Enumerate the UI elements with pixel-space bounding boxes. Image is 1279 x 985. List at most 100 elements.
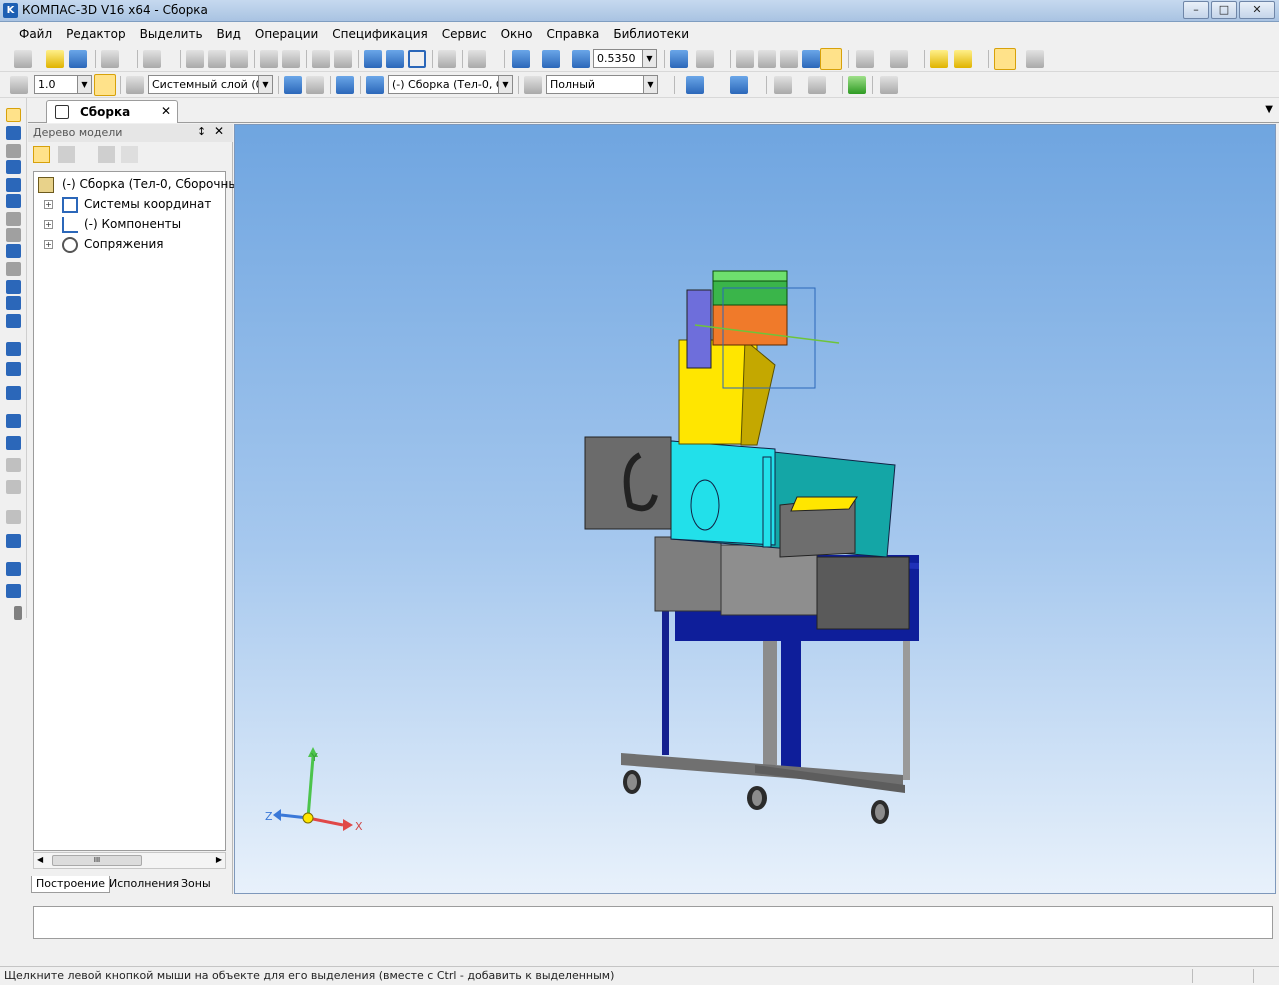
- menu-file[interactable]: Файл: [12, 23, 59, 45]
- snap-step-button[interactable]: [94, 74, 116, 96]
- dimensions-icon[interactable]: [6, 228, 21, 242]
- menu-window[interactable]: Окно: [494, 23, 540, 45]
- tree-options-icon[interactable]: [98, 146, 115, 163]
- menu-libraries[interactable]: Библиотеки: [606, 23, 696, 45]
- menu-help[interactable]: Справка: [539, 23, 606, 45]
- sheet-metal-icon[interactable]: [6, 296, 21, 310]
- filter-icon[interactable]: [856, 50, 874, 68]
- menu-specification[interactable]: Спецификация: [325, 23, 434, 45]
- zoom-scale-icon[interactable]: [572, 50, 590, 68]
- menu-editor[interactable]: Редактор: [59, 23, 132, 45]
- scroll-left-icon[interactable]: ◀: [37, 855, 43, 864]
- spec-icon[interactable]: [6, 262, 21, 276]
- model-view[interactable]: Y X Z: [235, 125, 1275, 893]
- tree-export-icon[interactable]: [121, 146, 138, 163]
- measure-icon[interactable]: [438, 50, 456, 68]
- preview-icon[interactable]: [143, 50, 161, 68]
- orient-cs-icon[interactable]: [306, 76, 324, 94]
- 3d-viewport[interactable]: Y X Z: [234, 124, 1276, 894]
- variables-icon[interactable]: [408, 50, 426, 68]
- manager-icon[interactable]: [364, 50, 382, 68]
- catalog-icon[interactable]: [6, 584, 21, 598]
- shaded-edges-button[interactable]: [820, 48, 842, 70]
- move-component-icon[interactable]: [6, 386, 21, 400]
- mates-tool-icon[interactable]: [6, 212, 21, 226]
- display-mode-icon[interactable]: [524, 76, 542, 94]
- edit-component-icon[interactable]: [336, 76, 354, 94]
- curves-icon[interactable]: [6, 144, 21, 158]
- pipeline-icon[interactable]: [6, 314, 21, 328]
- chevron-down-icon[interactable]: ▼: [642, 50, 656, 67]
- minimize-button[interactable]: –: [1183, 1, 1209, 19]
- menu-select[interactable]: Выделить: [133, 23, 210, 45]
- mass-props-icon[interactable]: [774, 76, 792, 94]
- layer-combo[interactable]: Системный слой (0) ▼: [148, 75, 273, 94]
- section-icon[interactable]: [930, 50, 948, 68]
- expand-icon[interactable]: +: [44, 200, 53, 209]
- tree-horizontal-scrollbar[interactable]: ◀ III ▶: [33, 852, 226, 869]
- object-combo[interactable]: (-) Сборка (Тел-0, С ▼: [388, 75, 513, 94]
- chevron-down-icon[interactable]: ▼: [498, 76, 512, 93]
- collision-icon[interactable]: [6, 436, 21, 450]
- copy-icon[interactable]: [208, 50, 226, 68]
- tab-executions[interactable]: Исполнения: [105, 876, 183, 893]
- close-tab-icon[interactable]: ✕: [161, 104, 171, 118]
- wireframe-icon[interactable]: [736, 50, 754, 68]
- properties-icon[interactable]: [282, 50, 300, 68]
- step-combo[interactable]: 1.0 ▼: [34, 75, 92, 94]
- aux-geometry-icon[interactable]: [6, 194, 21, 208]
- scroll-thumb[interactable]: III: [52, 855, 142, 866]
- object-icon[interactable]: [366, 76, 384, 94]
- materials-icon[interactable]: [686, 76, 704, 94]
- scroll-right-icon[interactable]: ▶: [216, 855, 222, 864]
- tree-view-icon[interactable]: [386, 50, 404, 68]
- print-icon[interactable]: [101, 50, 119, 68]
- format-painter-icon[interactable]: [260, 50, 278, 68]
- hidden-lines-icon[interactable]: [758, 50, 776, 68]
- snap-button[interactable]: [994, 48, 1016, 70]
- display-mode-combo[interactable]: Полный ▼: [546, 75, 658, 94]
- filters-icon[interactable]: [6, 244, 21, 258]
- pin-icon[interactable]: ↕: [197, 125, 206, 138]
- new-file-icon[interactable]: [14, 50, 32, 68]
- close-panel-icon[interactable]: ✕: [214, 124, 224, 138]
- library-icon[interactable]: [6, 562, 21, 576]
- open-file-icon[interactable]: [46, 50, 64, 68]
- save-icon[interactable]: [69, 50, 87, 68]
- editing-tools-icon[interactable]: [6, 108, 21, 122]
- rotate-icon[interactable]: [670, 50, 688, 68]
- rotate-component-icon[interactable]: [6, 414, 21, 428]
- expand-icon[interactable]: +: [44, 240, 53, 249]
- show-component-icon[interactable]: [6, 480, 21, 494]
- settings-icon[interactable]: [1026, 50, 1044, 68]
- tree-structure-icon[interactable]: [33, 146, 50, 163]
- local-cs-icon[interactable]: [284, 76, 302, 94]
- shaded-icon[interactable]: [802, 50, 820, 68]
- select-filter-icon[interactable]: [890, 50, 908, 68]
- tree-mode-icon[interactable]: [58, 146, 75, 163]
- zoom-window-icon[interactable]: [512, 50, 530, 68]
- hidden-lines-thin-icon[interactable]: [780, 50, 798, 68]
- grid-icon[interactable]: [10, 76, 28, 94]
- layer-icon[interactable]: [126, 76, 144, 94]
- arrays-icon[interactable]: [6, 178, 21, 192]
- paste-icon[interactable]: [230, 50, 248, 68]
- surfaces-icon[interactable]: [6, 160, 21, 174]
- close-window-button[interactable]: ✕: [1239, 1, 1275, 19]
- help-pointer-icon[interactable]: [468, 50, 486, 68]
- chevron-down-icon[interactable]: ▼: [1265, 104, 1273, 115]
- cut-icon[interactable]: [186, 50, 204, 68]
- menu-view[interactable]: Вид: [210, 23, 248, 45]
- undo-icon[interactable]: [312, 50, 330, 68]
- zoom-combo[interactable]: 0.5350 ▼: [593, 49, 657, 68]
- hide-component-icon[interactable]: [6, 458, 21, 472]
- command-line[interactable]: [33, 906, 1273, 939]
- tab-assembly[interactable]: Сборка ✕: [46, 100, 178, 123]
- lock-icon[interactable]: [6, 534, 21, 548]
- expand-icon[interactable]: +: [44, 220, 53, 229]
- orientation-icon[interactable]: [696, 50, 714, 68]
- menu-service[interactable]: Сервис: [435, 23, 494, 45]
- solid-icon[interactable]: [6, 126, 21, 140]
- tab-construction[interactable]: Построение: [31, 876, 111, 893]
- lock-search-icon[interactable]: [6, 510, 21, 524]
